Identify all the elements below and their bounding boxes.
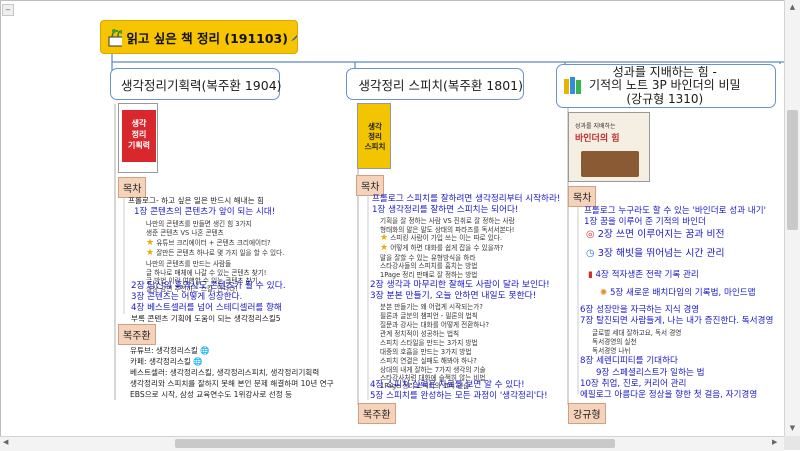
toc-item[interactable]: ✺ 5장 새로운 배치다임의 기록법, 마인드맵 xyxy=(600,288,756,298)
root-node[interactable]: 읽고 싶은 책 정리 (191103) xyxy=(100,20,298,54)
author-info[interactable]: 유튜브: 생각정리스킬 🌐 xyxy=(130,346,210,356)
toc-item[interactable]: 10장 취업, 진로, 커리어 관리 xyxy=(580,379,686,389)
cover-text-3: 스피치 xyxy=(360,142,390,152)
cover-text-2: 정리 xyxy=(122,129,156,140)
toc-label[interactable]: 목차 xyxy=(118,177,146,198)
toc-item[interactable]: 9장 스페셜리스트가 일하는 법 xyxy=(596,368,705,378)
pencil-icon xyxy=(290,32,297,42)
toc-subitem[interactable]: 생준 콘텐츠 VS 나혼 콘텐츠 xyxy=(146,228,224,238)
bookmark-icon: ▮ xyxy=(588,270,593,280)
book-title-line2: 기적의 노트 3P 바인더의 비밀 xyxy=(589,79,741,93)
toc-item[interactable]: ▮ 4장 적자생존 전략 기록 관리 xyxy=(588,270,699,280)
toc-subitem[interactable]: 어떻게 하면 대화를 쉽게 잡을 수 있을까? xyxy=(390,244,503,252)
cover-text-1: 생각 xyxy=(360,122,390,132)
books-icon xyxy=(353,74,354,94)
toc-label[interactable]: 목차 xyxy=(356,175,384,196)
author-info[interactable]: EBS으로 시작, 삼성 교육연수도 1위강사로 선정 등 xyxy=(130,390,292,400)
toc-subitem[interactable]: 독서경영 나뉘 xyxy=(592,346,631,356)
toc-item[interactable]: 프롤로그 누구라도 할 수 있는 '바인더로 성과 내기' xyxy=(584,206,766,216)
clock-icon: ◷ xyxy=(586,248,595,259)
toc-item[interactable]: 4장 베스트셀러를 넘어 스테디셀러를 향해 xyxy=(131,303,282,313)
toc-item[interactable]: ◷ 3장 해빗을 뛰어넘는 시간 관리 xyxy=(586,249,725,259)
horizontal-scrollbar[interactable]: ◀ ▶ xyxy=(0,436,784,451)
toc-item[interactable]: 부록 콘텐츠 기획에 도움이 되는 생각정리스킬5 xyxy=(131,314,281,324)
globe-icon: 🌐 xyxy=(193,357,202,366)
toc-item[interactable]: 1장 꿈을 이루어 준 기적의 바인더 xyxy=(584,217,706,227)
toc-item[interactable]: 1장 생각정리를 잘하면 스피치는 되어다! xyxy=(372,205,518,215)
toc-item[interactable]: 2장 생각과 마무리한 잘해도 사람이 달라 보인다! xyxy=(370,280,550,290)
cover-text-1: 성과를 지배하는 xyxy=(575,121,616,130)
toc-subitem[interactable]: 잘만든 콘텐츠 하나로 몇 가지 일을 할 수 있다. xyxy=(156,249,284,257)
star-icon: ★ xyxy=(380,243,388,253)
toc-item[interactable]: 2장 당신의 흑역사도 콘텐츠가 될 수 있다. xyxy=(131,281,286,291)
vertical-scroll-thumb[interactable] xyxy=(787,110,798,230)
star-icon: ★ xyxy=(146,238,154,248)
toc-item[interactable]: 프롤로그- 하고 싶은 일은 반드시 해내는 힘 xyxy=(128,196,264,206)
toc-item[interactable]: 에필로그 아름다운 정상을 향한 첫 걸음, 자기경영 xyxy=(580,390,757,400)
toc-item[interactable]: 6장 성장만을 자극하는 지식 경영 xyxy=(580,305,699,315)
author-label[interactable]: 복주환 xyxy=(118,324,156,345)
toc-subitem[interactable]: 스피킹 사람이 가입 쓰는 이는 따로 있다. xyxy=(390,234,502,242)
scroll-up-arrow-icon[interactable]: ▲ xyxy=(787,2,798,13)
book-cover-image: 생각 정리 스피치 xyxy=(357,103,391,169)
star-icon: ★ xyxy=(380,233,388,243)
toc-item[interactable]: 1장 콘텐츠의 콘텐츠가 앞이 되는 시대! xyxy=(134,207,275,217)
toc-subitem[interactable]: 1Page 정리 판매로 잘 정하는 방법 xyxy=(380,270,477,280)
book-icon xyxy=(107,27,122,47)
toc-item[interactable]: 8장 세렌디피티를 기대하다 xyxy=(580,356,678,366)
book-node-3[interactable]: 성과를 지배하는 힘 - 기적의 노트 3P 바인더의 비밀 (강규형 1310… xyxy=(556,64,776,108)
toc-item[interactable]: 프롤로그 스피치를 잘하려면 생각정리부터 시작하라! xyxy=(372,194,560,204)
root-title: 읽고 싶은 책 정리 (191103) xyxy=(126,28,288,47)
book-title: 생각정리 스피치(복주환 1801) xyxy=(358,75,523,94)
scroll-right-arrow-icon[interactable]: ▶ xyxy=(772,438,777,446)
book-cover-image: 생각 정리 기획력 xyxy=(118,103,158,173)
cover-text-3: 기획력 xyxy=(122,140,156,151)
globe-icon: 🌐 xyxy=(200,346,209,355)
author-info[interactable]: 베스트셀러: 생각정리스킬, 생각정리스피치, 생각정리기획력 xyxy=(130,368,319,378)
mindmap-icon: ✺ xyxy=(600,288,607,298)
book-cover-image: 성과를 지배하는 바인더의 힘 xyxy=(568,112,650,182)
toc-label[interactable]: 목차 xyxy=(568,186,596,207)
cover-text-1: 생각 xyxy=(122,118,156,129)
toc-item[interactable]: ◎ 2장 쓰면 이루어지는 꿈과 비전 xyxy=(586,230,725,240)
books-icon xyxy=(563,76,585,96)
book-title: 생각정리기획력(복주환 1904) xyxy=(121,75,282,94)
scroll-down-arrow-icon[interactable]: ▼ xyxy=(787,423,798,434)
cover-text-2: 바인더의 힘 xyxy=(575,131,620,144)
cover-text-2: 정리 xyxy=(360,132,390,142)
book-node-2[interactable]: 생각정리 스피치(복주환 1801) xyxy=(346,68,524,100)
star-icon: ★ xyxy=(146,248,154,258)
toc-item[interactable]: 7장 탈진되면 사람들게, 나는 내가 증진한다. 독서경영 xyxy=(580,316,773,326)
author-label[interactable]: 강규형 xyxy=(568,403,606,424)
horizontal-scroll-thumb[interactable] xyxy=(175,439,615,448)
book-node-1[interactable]: 생각정리기획력(복주환 1904) xyxy=(110,68,280,100)
book-title-line1: 성과를 지배하는 힘 - xyxy=(589,66,741,80)
author-info[interactable]: 생각정리와 스피치를 잘하지 못해 본인 문제 해결하며 10년 연구 xyxy=(130,379,334,389)
target-icon: ◎ xyxy=(586,229,595,240)
author-info[interactable]: 카페: 생각정리스킬 🌐 xyxy=(130,357,203,367)
toc-subitem[interactable]: 유튜브 크리에이터 + 콘텐츠 크리에이터? xyxy=(156,239,270,247)
scroll-corner xyxy=(784,436,800,450)
vertical-scrollbar[interactable]: ▲ ▼ xyxy=(784,0,800,436)
toc-item[interactable]: 4장 스피치 실력은 차료를 보면 알 수 있다! xyxy=(370,380,525,390)
toc-item[interactable]: 3장 콘텐츠는 어떻게 성장한다. xyxy=(131,292,242,302)
book-title-line3: (강규형 1310) xyxy=(589,93,741,107)
scroll-left-arrow-icon[interactable]: ◀ xyxy=(3,438,8,446)
toc-item[interactable]: 5장 스피치를 완성하는 모든 과정이 '생각정리'다! xyxy=(370,391,548,401)
toc-item[interactable]: 3장 분본 만들기, 오늘 안하면 내일도 못한다! xyxy=(370,291,536,301)
author-label[interactable]: 복주환 xyxy=(358,403,396,424)
